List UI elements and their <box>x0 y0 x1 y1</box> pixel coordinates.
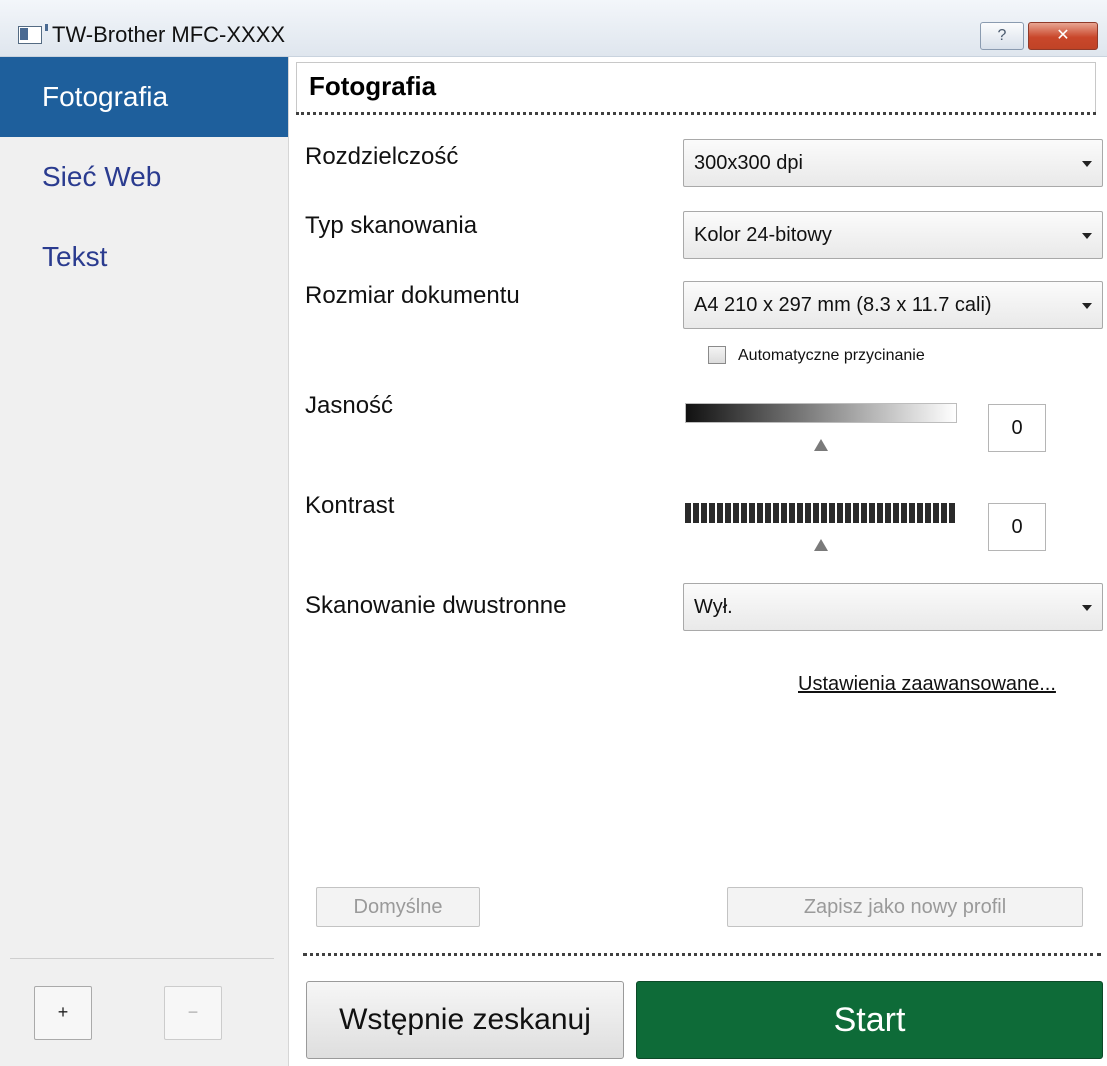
title-bar: TW-Brother MFC-XXXX ? ✕ <box>0 0 1107 57</box>
scan-type-label: Typ skanowania <box>305 212 478 239</box>
help-button[interactable]: ? <box>980 22 1024 50</box>
document-size-dropdown[interactable]: A4 210 x 297 mm (8.3 x 11.7 cali) <box>683 281 1103 329</box>
save-as-new-profile-button[interactable]: Zapisz jako nowy profil <box>727 887 1083 927</box>
resolution-value: 300x300 dpi <box>694 152 803 174</box>
contrast-value-field[interactable]: 0 <box>988 503 1046 551</box>
profile-name-text: Fotografia <box>309 71 437 101</box>
profile-name-field[interactable]: Fotografia <box>296 62 1096 113</box>
advanced-settings-link[interactable]: Ustawienia zaawansowane... <box>798 673 1056 696</box>
sidebar-item-fotografia[interactable]: Fotografia <box>0 57 288 137</box>
brightness-value-field[interactable]: 0 <box>988 404 1046 452</box>
brightness-slider-thumb[interactable] <box>814 439 828 451</box>
document-size-label: Rozmiar dokumentu <box>305 282 520 309</box>
action-divider <box>303 953 1101 956</box>
contrast-label: Kontrast <box>305 492 395 519</box>
duplex-dropdown[interactable]: Wył. <box>683 583 1103 631</box>
duplex-label: Skanowanie dwustronne <box>305 592 567 619</box>
chevron-down-icon <box>1082 605 1092 611</box>
auto-crop-checkbox[interactable] <box>708 346 726 364</box>
duplex-value: Wył. <box>694 596 733 618</box>
start-button[interactable]: Start <box>636 981 1103 1059</box>
auto-crop-label: Automatyczne przycinanie <box>738 347 925 364</box>
profile-name-underline <box>296 112 1096 115</box>
scan-type-value: Kolor 24-bitowy <box>694 224 832 246</box>
chevron-down-icon <box>1082 233 1092 239</box>
app-window-icon <box>18 24 48 44</box>
prescan-button[interactable]: Wstępnie zeskanuj <box>306 981 624 1059</box>
sidebar-divider <box>10 958 274 959</box>
scan-type-dropdown[interactable]: Kolor 24-bitowy <box>683 211 1103 259</box>
add-profile-button[interactable]: + <box>34 986 92 1040</box>
remove-profile-button[interactable]: − <box>164 986 222 1040</box>
resolution-dropdown[interactable]: 300x300 dpi <box>683 139 1103 187</box>
close-button[interactable]: ✕ <box>1028 22 1098 50</box>
chevron-down-icon <box>1082 303 1092 309</box>
brightness-slider[interactable] <box>685 403 957 423</box>
resolution-label: Rozdzielczość <box>305 143 459 170</box>
sidebar-item-tekst[interactable]: Tekst <box>0 217 288 297</box>
sidebar-item-siec-web[interactable]: Sieć Web <box>0 137 288 217</box>
chevron-down-icon <box>1082 161 1092 167</box>
window-title: TW-Brother MFC-XXXX <box>52 22 286 47</box>
default-button[interactable]: Domyślne <box>316 887 480 927</box>
contrast-slider[interactable] <box>685 503 957 523</box>
brightness-label: Jasność <box>305 392 394 419</box>
document-size-value: A4 210 x 297 mm (8.3 x 11.7 cali) <box>694 294 992 316</box>
contrast-slider-thumb[interactable] <box>814 539 828 551</box>
profile-sidebar: Fotografia Sieć Web Tekst + − <box>0 57 289 1066</box>
